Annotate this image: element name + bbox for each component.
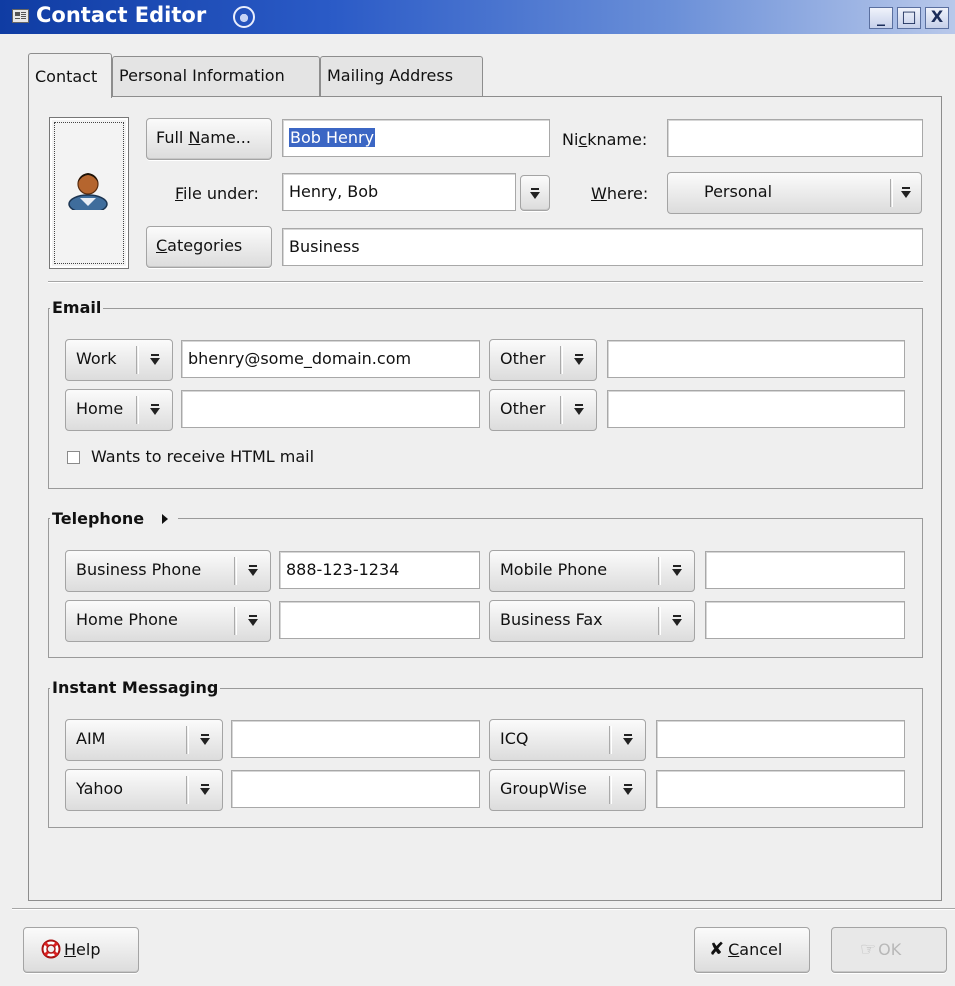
dropdown-arrow-icon xyxy=(621,732,635,748)
ok-hand-icon: ☞ xyxy=(860,939,877,960)
title-bar[interactable]: Contact Editor _ □ X xyxy=(0,0,955,34)
phone-field-4[interactable] xyxy=(705,601,905,639)
im-type-select-3[interactable]: Yahoo xyxy=(65,769,223,811)
dropdown-arrow-icon xyxy=(670,563,684,579)
im-field-1[interactable] xyxy=(231,720,480,758)
where-select[interactable]: Personal xyxy=(667,172,922,214)
email-type-select-3[interactable]: Home xyxy=(65,389,173,431)
full-name-value: Bob Henry xyxy=(289,128,376,147)
window-title: Contact Editor xyxy=(36,3,207,27)
full-name-button[interactable]: Full Name... xyxy=(146,118,272,160)
help-button[interactable]: Help xyxy=(23,927,139,973)
im-type-select-2[interactable]: ICQ xyxy=(489,719,646,761)
dropdown-arrow-icon xyxy=(670,613,684,629)
dropdown-arrow-icon xyxy=(198,782,212,798)
dropdown-arrow-icon xyxy=(246,613,260,629)
footer-separator xyxy=(12,908,955,910)
email-type-select-1[interactable]: Work xyxy=(65,339,173,381)
phone-type-select-4[interactable]: Business Fax xyxy=(489,600,695,642)
dropdown-arrow-icon xyxy=(148,352,162,368)
im-field-4[interactable] xyxy=(656,770,905,808)
dropdown-arrow-icon xyxy=(246,563,260,579)
telephone-section-title[interactable]: Telephone xyxy=(50,509,178,528)
phone-field-3[interactable] xyxy=(279,601,480,639)
cancel-button[interactable]: ✘ Cancel xyxy=(694,927,810,973)
dropdown-arrow-icon xyxy=(572,402,586,418)
person-icon xyxy=(68,173,108,210)
swirl-icon xyxy=(233,6,255,28)
dropdown-arrow-icon xyxy=(198,732,212,748)
im-field-2[interactable] xyxy=(656,720,905,758)
tab-mailing-address[interactable]: Mailing Address xyxy=(320,56,483,96)
dropdown-arrow-icon xyxy=(899,185,913,201)
dropdown-arrow-icon xyxy=(528,186,542,202)
im-type-select-4[interactable]: GroupWise xyxy=(489,769,646,811)
full-name-field[interactable]: Bob Henry xyxy=(282,119,550,157)
instant-messaging-section-title: Instant Messaging xyxy=(50,678,221,697)
phone-type-select-2[interactable]: Mobile Phone xyxy=(489,550,695,592)
dropdown-arrow-icon xyxy=(148,402,162,418)
cancel-x-icon: ✘ xyxy=(709,939,725,960)
email-type-select-2[interactable]: Other xyxy=(489,339,597,381)
html-mail-checkbox[interactable] xyxy=(67,451,80,464)
tab-personal-information[interactable]: Personal Information xyxy=(112,56,320,96)
im-type-select-1[interactable]: AIM xyxy=(65,719,223,761)
nickname-field[interactable] xyxy=(667,119,923,157)
dropdown-arrow-icon xyxy=(621,782,635,798)
email-type-select-4[interactable]: Other xyxy=(489,389,597,431)
phone-field-2[interactable] xyxy=(705,551,905,589)
email-field-4[interactable] xyxy=(607,390,905,428)
categories-field[interactable]: Business xyxy=(282,228,923,266)
tab-contact[interactable]: Contact xyxy=(28,53,112,98)
phone-field-1[interactable]: 888-123-1234 xyxy=(279,551,480,589)
ok-button[interactable]: ☞ OK xyxy=(831,927,947,973)
phone-type-select-1[interactable]: Business Phone xyxy=(65,550,271,592)
help-lifebuoy-icon xyxy=(41,939,61,959)
email-field-1[interactable]: bhenry@some_domain.com xyxy=(181,340,480,378)
html-mail-label[interactable]: Wants to receive HTML mail xyxy=(91,447,314,466)
minimize-button[interactable]: _ xyxy=(869,7,893,29)
categories-button[interactable]: Categories xyxy=(146,226,272,268)
email-field-2[interactable] xyxy=(607,340,905,378)
phone-type-select-3[interactable]: Home Phone xyxy=(65,600,271,642)
separator xyxy=(48,281,923,283)
email-section-title: Email xyxy=(50,298,104,317)
where-label: Where: xyxy=(591,184,649,203)
file-under-field[interactable]: Henry, Bob xyxy=(282,173,516,211)
file-under-label: File under: xyxy=(175,184,259,203)
triangle-right-icon xyxy=(161,514,168,524)
file-under-dropdown-button[interactable] xyxy=(520,175,550,211)
close-button[interactable]: X xyxy=(925,7,949,29)
dropdown-arrow-icon xyxy=(572,352,586,368)
nickname-label: Nickname: xyxy=(562,130,648,149)
email-field-3[interactable] xyxy=(181,390,480,428)
maximize-button[interactable]: □ xyxy=(897,7,921,29)
im-field-3[interactable] xyxy=(231,770,480,808)
app-icon xyxy=(12,9,29,23)
